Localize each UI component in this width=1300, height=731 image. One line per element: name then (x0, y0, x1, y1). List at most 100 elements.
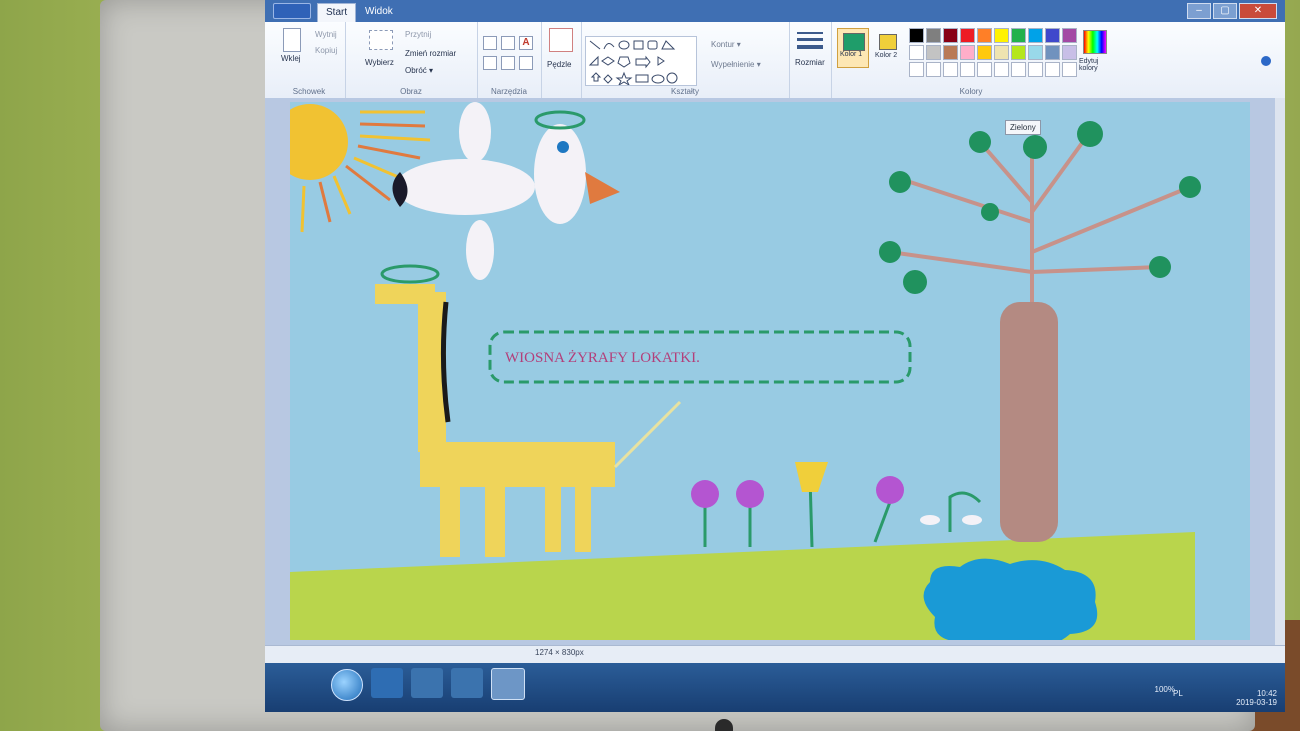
shapes-gallery[interactable] (585, 36, 697, 87)
palette-swatch[interactable] (977, 28, 992, 43)
brush-icon[interactable] (549, 28, 573, 52)
brushes-group: Pędzle (541, 22, 582, 98)
tab-view[interactable]: Widok (357, 3, 401, 21)
palette-swatch[interactable] (1062, 45, 1077, 60)
palette-swatch[interactable] (960, 45, 975, 60)
palette-swatch[interactable] (943, 28, 958, 43)
colors-group: Kolor 1 Kolor 2 Edytuj kolory Kolory (831, 22, 1111, 98)
title-bar: Start Widok – ▢ ✕ (265, 0, 1285, 22)
paste-button[interactable]: Wklej (281, 54, 301, 63)
palette-swatch[interactable] (960, 28, 975, 43)
explorer-taskbar-icon[interactable] (411, 668, 443, 698)
size-icon[interactable] (797, 45, 823, 49)
select-button[interactable]: Wybierz (365, 58, 394, 67)
paint-taskbar-icon[interactable] (491, 668, 525, 700)
palette-swatch[interactable] (1045, 28, 1060, 43)
size-icon[interactable] (797, 38, 823, 41)
window-controls: – ▢ ✕ (1187, 3, 1277, 19)
image-group: Wybierz Przytnij Zmień rozmiar Obróć ▾ O… (345, 22, 478, 98)
palette-swatch[interactable] (926, 28, 941, 43)
custom-color-slot[interactable] (977, 62, 992, 77)
paste-icon[interactable] (283, 28, 301, 52)
palette-swatch[interactable] (1028, 45, 1043, 60)
palette-swatch[interactable] (1011, 45, 1026, 60)
group-label: Schowek (292, 87, 326, 96)
color1-button[interactable]: Kolor 1 (837, 28, 869, 68)
color-picker-icon[interactable] (501, 56, 515, 70)
custom-color-slot[interactable] (1028, 62, 1043, 77)
group-label: Kolory (959, 87, 983, 96)
edit-colors-icon[interactable] (1083, 30, 1107, 54)
taskbar: 100% PL 10:42 2019-03-19 (265, 663, 1285, 712)
custom-color-slot[interactable] (943, 62, 958, 77)
copy-button[interactable]: Kopiuj (315, 46, 337, 55)
group-label: Obraz (400, 87, 422, 96)
fill-button[interactable]: Wypełnienie ▾ (711, 60, 761, 69)
brushes-button[interactable]: Pędzle (547, 60, 571, 69)
drawing-canvas[interactable]: WIOSNA ŻYRAFY LOKATKI. (290, 102, 1250, 640)
palette-swatch[interactable] (994, 28, 1009, 43)
outline-button[interactable]: Kontur ▾ (711, 40, 741, 49)
pencil-icon[interactable] (483, 36, 497, 50)
minimize-button[interactable]: – (1187, 3, 1211, 19)
crop-button[interactable]: Przytnij (405, 30, 431, 39)
custom-color-slot[interactable] (994, 62, 1009, 77)
start-button[interactable] (331, 669, 363, 701)
fill-icon[interactable] (501, 36, 515, 50)
custom-color-slot[interactable] (1011, 62, 1026, 77)
group-label: Narzędzia (490, 87, 527, 96)
palette-swatch[interactable] (994, 45, 1009, 60)
custom-color-slot[interactable] (960, 62, 975, 77)
paint-menu-button[interactable] (273, 3, 311, 19)
size-group: Rozmiar (789, 22, 832, 98)
vertical-scrollbar[interactable] (1275, 98, 1285, 645)
rotate-button[interactable]: Obróć ▾ (405, 66, 433, 75)
palette-swatch[interactable] (1045, 45, 1060, 60)
tab-start[interactable]: Start (317, 3, 357, 22)
size-button[interactable]: Rozmiar (795, 58, 825, 67)
palette-swatch[interactable] (926, 45, 941, 60)
banner-text: WIOSNA ŻYRAFY LOKATKI. (505, 350, 700, 366)
maximize-button[interactable]: ▢ (1213, 3, 1237, 19)
clock-time[interactable]: 10:42 (1257, 689, 1277, 698)
media-player-taskbar-icon[interactable] (451, 668, 483, 698)
tools-group: A Narzędzia (477, 22, 542, 98)
palette-swatch[interactable] (943, 45, 958, 60)
palette-swatch[interactable] (1062, 28, 1077, 43)
webcam-icon (715, 719, 733, 731)
help-icon[interactable] (1261, 56, 1271, 66)
pond-icon (923, 558, 1098, 640)
text-icon[interactable]: A (519, 36, 533, 50)
ie-taskbar-icon[interactable] (371, 668, 403, 698)
palette-swatch[interactable] (909, 28, 924, 43)
color2-label: Kolor 2 (875, 52, 898, 59)
custom-color-slot[interactable] (926, 62, 941, 77)
color2-button[interactable]: Kolor 2 (873, 28, 903, 66)
eraser-icon[interactable] (483, 56, 497, 70)
palette-swatch[interactable] (1011, 28, 1026, 43)
palette-swatch[interactable] (977, 45, 992, 60)
cut-button[interactable]: Wytnij (315, 30, 337, 39)
palette-swatch[interactable] (909, 45, 924, 60)
monitor-bezel: Start Widok – ▢ ✕ Wklej Wytnij Kopiuj Sc… (100, 0, 1285, 731)
clock-date[interactable]: 2019-03-19 (1236, 698, 1277, 707)
resize-button[interactable]: Zmień rozmiar (405, 49, 456, 58)
zoom-level: 100% (1154, 685, 1175, 694)
canvas-area: WIOSNA ŻYRAFY LOKATKI. (265, 98, 1275, 645)
color2-swatch (879, 34, 897, 50)
select-icon[interactable] (369, 30, 393, 50)
shapes-icons (588, 40, 678, 87)
edit-colors-button[interactable]: Edytuj kolory (1079, 58, 1111, 72)
custom-color-slot[interactable] (1062, 62, 1077, 77)
color-tooltip: Zielony (1005, 120, 1041, 135)
custom-color-slot[interactable] (909, 62, 924, 77)
image-size-label: 1274 × 830px (535, 648, 584, 657)
system-tray: PL 10:42 2019-03-19 (1173, 689, 1277, 707)
palette-swatch[interactable] (1028, 28, 1043, 43)
size-icon[interactable] (797, 32, 823, 34)
clipboard-group: Wklej Wytnij Kopiuj Schowek (273, 22, 346, 98)
magnifier-icon[interactable] (519, 56, 533, 70)
close-button[interactable]: ✕ (1239, 3, 1277, 19)
custom-color-slot[interactable] (1045, 62, 1060, 77)
language-indicator[interactable]: PL (1173, 689, 1183, 698)
